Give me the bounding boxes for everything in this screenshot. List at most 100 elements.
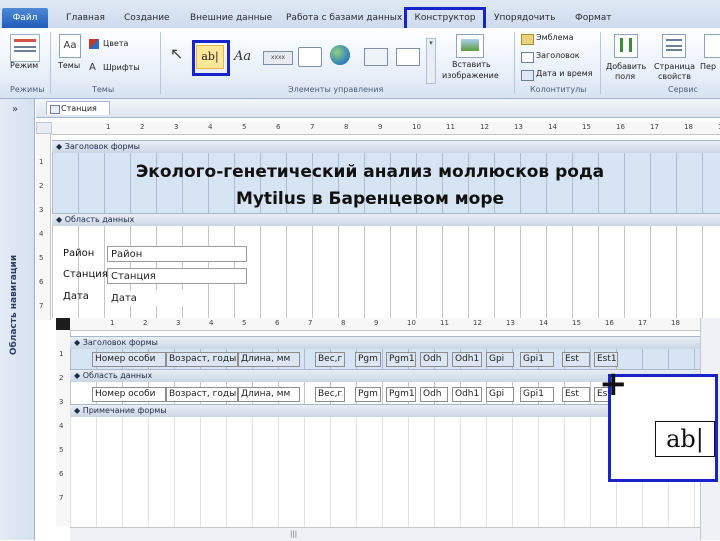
ruler-tick-label: 16 <box>605 319 614 327</box>
vruler-tick-label: 5 <box>39 254 44 262</box>
subform-column-header[interactable]: Вес,г <box>315 352 345 367</box>
subform-horizontal-scrollbar[interactable]: ||| <box>70 527 700 541</box>
field-rayon[interactable]: Район <box>107 246 247 262</box>
subform-column-header[interactable]: Odh1 <box>452 352 482 367</box>
field-stanciya[interactable]: Станция <box>107 268 247 284</box>
ruler-tick-label: 3 <box>176 319 181 327</box>
subform-column-header[interactable]: Длина, мм <box>238 352 300 367</box>
ruler-tick-label: 3 <box>174 123 179 131</box>
title-button[interactable]: Заголовок <box>536 51 580 60</box>
tab-create[interactable]: Создание <box>124 10 170 26</box>
subform-field[interactable]: Est <box>562 387 590 402</box>
field-data[interactable]: Дата <box>107 290 197 306</box>
subform-column-header[interactable]: Est <box>562 352 590 367</box>
subform-field[interactable]: Odh <box>420 387 448 402</box>
subform-column-header[interactable]: Gpi <box>486 352 514 367</box>
tab-database-tools[interactable]: Работа с базами данных <box>286 10 402 26</box>
navigation-control-icon[interactable] <box>364 48 388 66</box>
tab-file[interactable]: Файл <box>2 8 48 28</box>
ruler-tick-label: 5 <box>242 319 247 327</box>
tab-home[interactable]: Главная <box>66 10 105 26</box>
vruler-tick-label: 5 <box>59 446 64 454</box>
label-data[interactable]: Дата <box>63 291 89 302</box>
subform-column-header[interactable]: Odh <box>420 352 448 367</box>
label-stanciya[interactable]: Станция <box>63 269 108 280</box>
label-rayon[interactable]: Район <box>63 248 94 259</box>
ruler-tick-label: 18 <box>684 123 693 131</box>
colors-button[interactable]: Цвета <box>103 39 128 48</box>
subform-selector[interactable] <box>56 318 70 330</box>
main-vertical-ruler: 1 2 3 4 5 6 7 <box>36 134 51 320</box>
ruler-tick-label: 15 <box>582 123 591 131</box>
subform-column-header[interactable]: Pgm <box>355 352 381 367</box>
document-tab-stanciya[interactable]: Станция <box>46 101 110 115</box>
add-fields-label-2[interactable]: поля <box>615 72 635 81</box>
tab-arrange[interactable]: Упорядочить <box>494 10 555 26</box>
view-button[interactable]: Режим <box>10 61 38 70</box>
ruler-tick-label: 9 <box>378 123 383 131</box>
subform-field[interactable]: Pgm <box>355 387 381 402</box>
ruler-tick-label: 1 <box>106 123 111 131</box>
subform-column-header[interactable]: Номер особи <box>92 352 166 367</box>
section-detail[interactable]: ◆ Область данных <box>52 213 720 227</box>
subform-column-header[interactable]: Pgm1 <box>386 352 416 367</box>
insert-image-label-1[interactable]: Вставить <box>452 60 491 69</box>
subform-field[interactable]: Odh1 <box>452 387 482 402</box>
fonts-button[interactable]: Шрифты <box>103 63 140 72</box>
tab-format[interactable]: Формат <box>575 10 612 26</box>
form-selector[interactable] <box>36 122 52 134</box>
property-sheet-label-1[interactable]: Страница <box>654 62 695 71</box>
date-time-button[interactable]: Дата и время <box>536 69 593 78</box>
view-icon <box>10 34 40 62</box>
subform-field[interactable]: Gpi <box>486 387 514 402</box>
logo-icon <box>521 34 534 45</box>
subform-section-footer[interactable]: ◆ Примечание формы <box>70 404 700 418</box>
nav-toggle-button[interactable]: » <box>12 104 18 115</box>
section-form-header-label: Заголовок формы <box>64 142 140 151</box>
tab-control-icon[interactable] <box>298 47 322 67</box>
subform-section-header[interactable]: ◆ Заголовок формы <box>70 336 700 350</box>
hyperlink-icon[interactable] <box>330 45 350 65</box>
form-title-line1[interactable]: Эколого-генетический анализ моллюсков ро… <box>100 162 640 182</box>
button-tool-icon[interactable]: xxxx <box>263 51 293 65</box>
scroll-grip-icon: ||| <box>290 530 298 538</box>
controls-more-icon[interactable]: ▾ <box>426 38 436 84</box>
ruler-tick-label: 5 <box>242 123 247 131</box>
ruler-tick-label: 8 <box>344 123 349 131</box>
section-form-header[interactable]: ◆ Заголовок формы <box>52 140 720 154</box>
themes-button[interactable]: Темы <box>58 61 80 70</box>
vruler-tick-label: 7 <box>39 302 44 310</box>
themes-icon: Aa <box>59 34 81 58</box>
ruler-tick-label: 4 <box>209 319 214 327</box>
subform-field[interactable]: Номер особи <box>92 387 166 402</box>
property-sheet-label-2[interactable]: свойств <box>658 72 691 81</box>
subform-field[interactable]: Вес,г <box>315 387 345 402</box>
insert-image-label-2[interactable]: изображение <box>442 71 499 80</box>
group-label-tools: Сервис <box>668 85 698 94</box>
select-pointer-icon[interactable]: ↖ <box>170 44 183 63</box>
ruler-tick-label: 2 <box>143 319 148 327</box>
subform-field[interactable]: Длина, мм <box>238 387 300 402</box>
ruler-tick-label: 12 <box>480 123 489 131</box>
vruler-tick-label: 3 <box>39 206 44 214</box>
subform-horizontal-ruler: 12345678910111213141516171819 <box>70 318 700 331</box>
logo-button[interactable]: Эмблема <box>536 33 574 42</box>
subform-field[interactable]: Gpi1 <box>520 387 554 402</box>
subform-vertical-ruler: 1 2 3 4 5 6 7 <box>56 330 71 526</box>
subform-column-header[interactable]: Возраст, годы <box>166 352 238 367</box>
group-label-themes: Темы <box>92 85 115 94</box>
ruler-tick-label: 13 <box>514 123 523 131</box>
add-fields-label-1[interactable]: Добавить <box>606 62 646 71</box>
option-group-icon[interactable] <box>396 48 420 66</box>
tab-external-data[interactable]: Внешние данные <box>190 10 272 26</box>
add-fields-icon <box>614 34 638 58</box>
subform-field[interactable]: Возраст, годы <box>166 387 238 402</box>
form-title-line2[interactable]: Mytilus в Баренцевом море <box>100 189 640 209</box>
document-tab-label: Станция <box>61 104 97 113</box>
subform-column-header[interactable]: Gpi1 <box>520 352 554 367</box>
more-tools-label[interactable]: Пер <box>700 62 716 71</box>
vruler-tick-label: 4 <box>59 422 64 430</box>
label-tool-icon[interactable]: Aa <box>234 49 251 64</box>
subform-field[interactable]: Pgm1 <box>386 387 416 402</box>
navigation-pane-label[interactable]: Область навигации <box>9 245 19 365</box>
